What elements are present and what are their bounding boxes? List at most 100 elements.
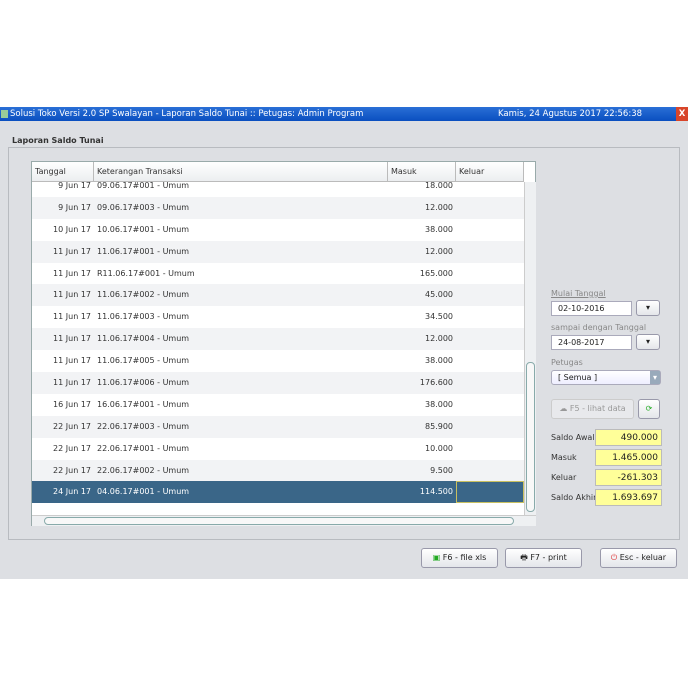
- cell-masuk: 165.000: [419, 268, 453, 278]
- table-row[interactable]: 9 Jun 17 09.06.17#003 - Umum 12.000: [32, 196, 524, 219]
- cell-keterangan: 09.06.17#001 - Umum: [97, 182, 190, 190]
- mulai-date-dropdown[interactable]: ▾: [636, 300, 660, 316]
- cell-tanggal: 16 Jun 17: [53, 399, 91, 409]
- export-xls-button[interactable]: ▣ F6 - file xls: [421, 548, 498, 568]
- table-row[interactable]: 22 Jun 17 22.06.17#001 - Umum 10.000: [32, 438, 524, 460]
- cell-keluar: [456, 481, 524, 504]
- cell-keterangan: 11.06.17#001 - Umum: [97, 246, 190, 256]
- refresh-button[interactable]: ⟳: [638, 399, 660, 419]
- cell-keterangan: 11.06.17#003 - Umum: [97, 312, 190, 322]
- mulai-label: Mulai Tanggal: [551, 289, 606, 298]
- col-keluar[interactable]: Keluar: [456, 162, 524, 181]
- cell-keluar: [456, 460, 524, 482]
- cell-keluar: [456, 263, 524, 285]
- table-row[interactable]: 22 Jun 17 22.06.17#003 - Umum 85.900: [32, 415, 524, 438]
- table-row[interactable]: 11 Jun 17 11.06.17#002 - Umum 45.000: [32, 284, 524, 307]
- mulai-date-input[interactable]: 02-10-2016: [551, 301, 632, 316]
- cell-keluar: [456, 438, 524, 460]
- cell-masuk: 85.900: [425, 421, 453, 431]
- scroll-thumb[interactable]: [526, 362, 535, 512]
- exit-button[interactable]: ⏻ Esc - keluar: [600, 548, 677, 568]
- cell-tanggal: 10 Jun 17: [53, 224, 91, 234]
- cell-keluar: [456, 241, 524, 263]
- cell-keluar: [456, 219, 524, 241]
- table-row[interactable]: 11 Jun 17 11.06.17#004 - Umum 12.000: [32, 328, 524, 351]
- chevron-down-icon: ▾: [650, 371, 660, 384]
- cell-masuk: 34.500: [425, 312, 453, 322]
- cell-masuk: 10.000: [425, 443, 453, 453]
- summary-value: 1.465.000: [595, 449, 662, 466]
- col-keterangan[interactable]: Keterangan Transaksi: [94, 162, 388, 181]
- cell-keluar: [456, 416, 524, 438]
- cell-tanggal: 11 Jun 17: [53, 356, 91, 366]
- summary-label: Saldo Awal: [551, 433, 595, 442]
- table-row[interactable]: 24 Jun 17 04.06.17#001 - Umum 114.500: [32, 481, 524, 504]
- app-icon: [1, 110, 8, 118]
- cell-keluar: [456, 328, 524, 350]
- vertical-scrollbar[interactable]: [524, 182, 536, 515]
- cell-tanggal: 22 Jun 17: [53, 421, 91, 431]
- cell-tanggal: 22 Jun 17: [53, 465, 91, 475]
- cell-keterangan: R11.06.17#001 - Umum: [97, 268, 195, 278]
- title-bar: Solusi Toko Versi 2.0 SP Swalayan - Lapo…: [0, 107, 688, 121]
- export-xls-label: F6 - file xls: [442, 553, 487, 562]
- cell-masuk: 38.000: [425, 399, 453, 409]
- summary-label: Keluar: [551, 473, 577, 482]
- cell-masuk: 176.600: [419, 378, 453, 388]
- petugas-label: Petugas: [551, 358, 583, 367]
- close-button[interactable]: X: [676, 107, 688, 121]
- table-row[interactable]: 11 Jun 17 11.06.17#006 - Umum 176.600: [32, 372, 524, 394]
- cell-tanggal: 11 Jun 17: [53, 246, 91, 256]
- table-row[interactable]: 11 Jun 17 R11.06.17#001 - Umum 165.000: [32, 263, 524, 285]
- cloud-icon: ☁: [559, 404, 570, 413]
- cell-masuk: 12.000: [425, 334, 453, 344]
- col-masuk[interactable]: Masuk: [388, 162, 456, 181]
- cell-keluar: [456, 372, 524, 394]
- cell-tanggal: 11 Jun 17: [53, 378, 91, 388]
- cell-tanggal: 9 Jun 17: [58, 182, 91, 190]
- cell-keluar: [456, 306, 524, 328]
- cell-tanggal: 11 Jun 17: [53, 290, 91, 300]
- cell-tanggal: 11 Jun 17: [53, 268, 91, 278]
- sampai-date-dropdown[interactable]: ▾: [636, 334, 660, 350]
- cell-tanggal: 24 Jun 17: [53, 487, 91, 497]
- summary-label: Saldo Akhir: [551, 493, 597, 502]
- cell-keterangan: 22.06.17#003 - Umum: [97, 421, 190, 431]
- cell-masuk: 45.000: [425, 290, 453, 300]
- cell-keterangan: 11.06.17#004 - Umum: [97, 334, 190, 344]
- summary-value: -261.303: [595, 469, 662, 486]
- transactions-table: Tanggal Keterangan Transaksi Masuk Kelua…: [31, 161, 536, 526]
- summary-value: 1.693.697: [595, 489, 662, 506]
- cell-tanggal: 11 Jun 17: [53, 312, 91, 322]
- cell-masuk: 38.000: [425, 224, 453, 234]
- table-row[interactable]: 22 Jun 17 22.06.17#002 - Umum 9.500: [32, 459, 524, 482]
- cell-masuk: 18.000: [425, 182, 453, 190]
- horizontal-scrollbar[interactable]: [32, 515, 536, 526]
- table-row[interactable]: 11 Jun 17 11.06.17#003 - Umum 34.500: [32, 306, 524, 328]
- print-button[interactable]: 🖶 F7 - print: [505, 548, 582, 568]
- cell-keterangan: 09.06.17#003 - Umum: [97, 202, 190, 212]
- refresh-icon: ⟳: [645, 404, 653, 413]
- table-row[interactable]: 11 Jun 17 11.06.17#001 - Umum 12.000: [32, 240, 524, 263]
- table-row[interactable]: 16 Jun 17 16.06.17#001 - Umum 38.000: [32, 394, 524, 416]
- table-row[interactable]: 9 Jun 17 09.06.17#001 - Umum 18.000: [32, 182, 524, 197]
- summary-label: Masuk: [551, 453, 577, 462]
- petugas-value: [ Semua ]: [558, 373, 598, 382]
- cell-keluar: [456, 284, 524, 306]
- cell-keterangan: 11.06.17#006 - Umum: [97, 378, 190, 388]
- petugas-select[interactable]: [ Semua ] ▾: [551, 370, 661, 385]
- chevron-down-icon: ▾: [645, 303, 650, 312]
- col-tanggal[interactable]: Tanggal: [32, 162, 94, 181]
- cell-keterangan: 16.06.17#001 - Umum: [97, 399, 190, 409]
- table-row[interactable]: 11 Jun 17 11.06.17#005 - Umum 38.000: [32, 350, 524, 372]
- chevron-down-icon: ▾: [645, 337, 650, 346]
- datetime: Kamis, 24 Agustus 2017 22:56:38: [498, 109, 643, 119]
- cell-keterangan: 11.06.17#002 - Umum: [97, 290, 190, 300]
- scroll-thumb[interactable]: [44, 517, 514, 525]
- cell-keluar: [456, 394, 524, 416]
- summary-value: 490.000: [595, 429, 662, 446]
- lihat-data-button[interactable]: ☁ F5 - lihat data: [551, 399, 634, 419]
- sampai-date-input[interactable]: 24-08-2017: [551, 335, 632, 350]
- table-row[interactable]: 10 Jun 17 10.06.17#001 - Umum 38.000: [32, 219, 524, 241]
- cell-keterangan: 10.06.17#001 - Umum: [97, 224, 190, 234]
